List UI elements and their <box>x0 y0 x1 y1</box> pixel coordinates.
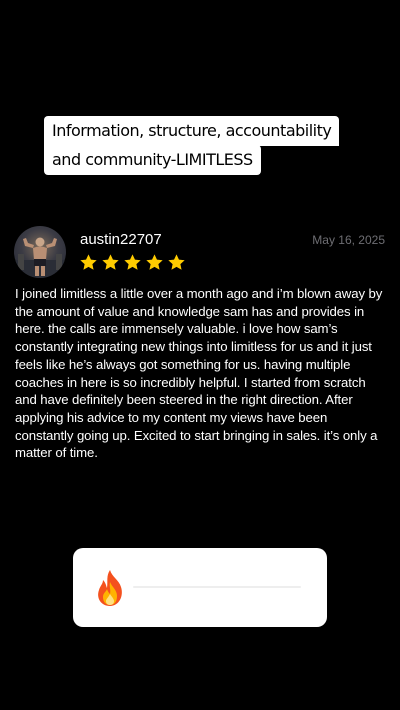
fire-emoji-icon <box>98 570 122 606</box>
star-icon <box>80 254 97 270</box>
star-icon <box>146 254 163 270</box>
review-text: I joined limitless a little over a month… <box>15 286 383 461</box>
star-icon <box>168 254 185 270</box>
avatar-photo-icon <box>14 237 66 278</box>
review-date: May 16, 2025 <box>312 233 385 247</box>
reply-sticker[interactable] <box>73 548 327 627</box>
reply-input-line[interactable] <box>133 586 301 588</box>
star-rating <box>79 253 186 272</box>
avatar[interactable] <box>14 226 66 278</box>
star-icon <box>124 254 141 270</box>
caption-line-2: and community-LIMITLESS <box>44 145 261 175</box>
review-username[interactable]: austin22707 <box>80 231 162 248</box>
story-caption: Information, structure, accountability a… <box>44 116 364 175</box>
star-icon <box>102 254 119 270</box>
caption-line-1: Information, structure, accountability <box>44 116 340 146</box>
